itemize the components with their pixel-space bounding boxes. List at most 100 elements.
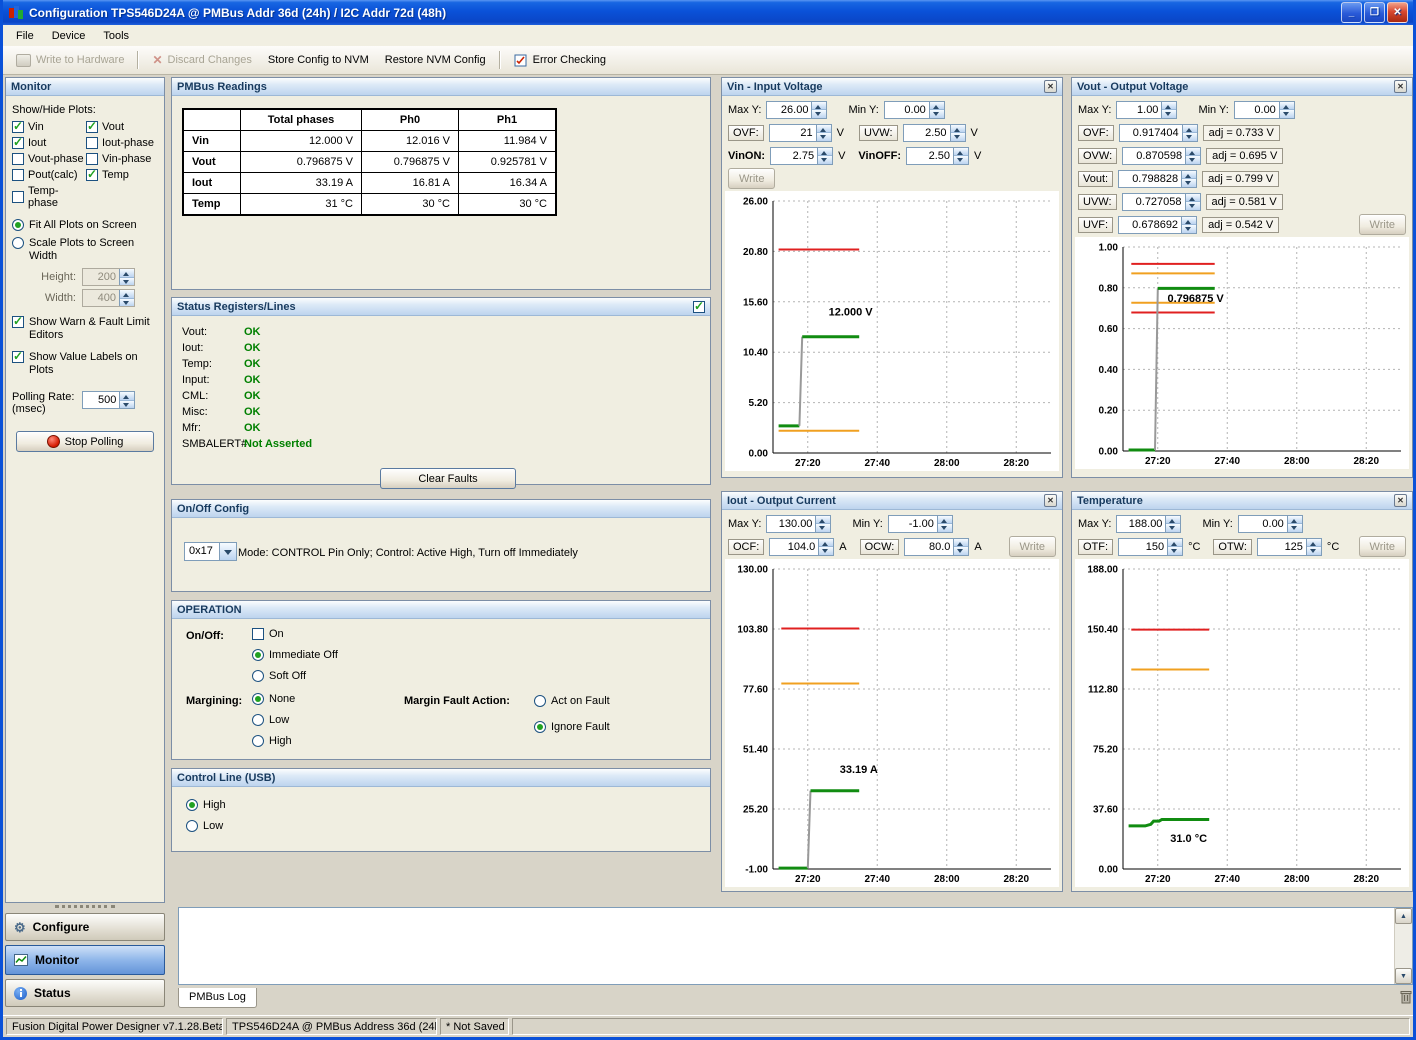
radio[interactable] — [186, 820, 198, 832]
sidebar-item-configure[interactable]: ⚙ Configure — [5, 913, 165, 941]
vin-min-y-input[interactable]: 0.00 — [884, 101, 945, 119]
ocf-input[interactable]: 104.0 — [769, 538, 834, 556]
spinner-buttons[interactable] — [119, 290, 134, 306]
discard-changes-button[interactable]: ✕ Discard Changes — [145, 51, 258, 69]
scroll-down-icon[interactable]: ▼ — [1395, 968, 1412, 984]
polling-rate-input[interactable]: 500 — [82, 391, 135, 409]
vout-ovw-input[interactable]: 0.870598 — [1122, 147, 1201, 165]
checkbox[interactable] — [12, 153, 24, 165]
plot-toggle-vout-phase[interactable]: Vout-phase — [12, 153, 84, 165]
temp-max-y-input[interactable]: 188.00 — [1116, 515, 1181, 533]
plot-toggle-temp-phase[interactable]: Temp-phase — [12, 185, 84, 209]
plot-toggle-iout-phase[interactable]: Iout-phase — [86, 137, 158, 149]
menu-tools[interactable]: Tools — [94, 28, 138, 44]
close-icon[interactable]: ✕ — [1394, 494, 1407, 507]
vout-uvw-label[interactable]: UVW: — [1078, 194, 1117, 210]
soft-off-radio[interactable]: Soft Off — [252, 670, 306, 682]
vin-uvw-input[interactable]: 2.50 — [903, 124, 966, 142]
spinner-buttons[interactable] — [1181, 171, 1196, 187]
tab-pmbus-log[interactable]: PMBus Log — [178, 988, 257, 1008]
radio[interactable] — [534, 695, 546, 707]
radio[interactable] — [252, 649, 264, 661]
error-checking-button[interactable]: Error Checking — [507, 51, 613, 70]
ocw-label[interactable]: OCW: — [860, 539, 900, 555]
spinner-buttons[interactable] — [815, 516, 830, 532]
margin-none-radio[interactable]: None — [252, 693, 295, 705]
radio[interactable] — [252, 735, 264, 747]
radio[interactable] — [252, 693, 264, 705]
uvw-label[interactable]: UVW: — [859, 125, 898, 141]
otw-input[interactable]: 125 — [1257, 538, 1322, 556]
control-low-radio[interactable]: Low — [186, 820, 223, 832]
spinner-buttons[interactable] — [1182, 125, 1197, 141]
vout-ovf-label[interactable]: OVF: — [1078, 125, 1114, 141]
clear-log-button[interactable] — [1399, 989, 1413, 1008]
checkbox[interactable] — [86, 121, 98, 133]
spinner-buttons[interactable] — [816, 125, 831, 141]
spinner-buttons[interactable] — [811, 102, 826, 118]
spinner-buttons[interactable] — [119, 392, 134, 408]
plot-height-input[interactable]: 200 — [82, 268, 135, 286]
radio[interactable] — [186, 799, 198, 811]
scale-plots-radio[interactable]: Scale Plots to Screen Width — [12, 237, 158, 263]
close-icon[interactable]: ✕ — [1044, 494, 1057, 507]
vout-uvw-input[interactable]: 0.727058 — [1122, 193, 1201, 211]
vout-max-y-input[interactable]: 1.00 — [1116, 101, 1177, 119]
vout-vout-input[interactable]: 0.798828 — [1118, 170, 1197, 188]
vin-max-y-input[interactable]: 26.00 — [766, 101, 827, 119]
vout-write-button[interactable]: Write — [1359, 214, 1406, 235]
checkbox[interactable] — [12, 121, 24, 133]
vout-uvf-label[interactable]: UVF: — [1078, 217, 1113, 233]
spinner-buttons[interactable] — [1306, 539, 1321, 555]
spinner-buttons[interactable] — [119, 269, 134, 285]
splitter-handle[interactable] — [55, 905, 115, 908]
spinner-buttons[interactable] — [937, 516, 952, 532]
checkbox[interactable] — [86, 137, 98, 149]
spinner-buttons[interactable] — [953, 539, 968, 555]
radio[interactable] — [12, 237, 24, 249]
scroll-up-icon[interactable]: ▲ — [1395, 908, 1412, 924]
otf-label[interactable]: OTF: — [1078, 539, 1113, 555]
ovf-label[interactable]: OVF: — [728, 125, 764, 141]
log-scrollbar[interactable]: ▲ ▼ — [1394, 908, 1412, 984]
sidebar-item-status[interactable]: Status — [5, 979, 165, 1007]
fit-all-plots-radio[interactable]: Fit All Plots on Screen — [12, 219, 158, 232]
scrollbar-track[interactable] — [1395, 924, 1412, 968]
plot-toggle-pout-calc[interactable]: Pout(calc) — [12, 169, 84, 181]
ocf-label[interactable]: OCF: — [728, 539, 764, 555]
checkbox[interactable] — [86, 169, 98, 181]
checkbox[interactable] — [12, 191, 24, 203]
ignore-fault-radio[interactable]: Ignore Fault — [534, 721, 610, 733]
on-checkbox[interactable]: On — [252, 628, 284, 640]
iout-min-y-input[interactable]: -1.00 — [888, 515, 953, 533]
spinner-buttons[interactable] — [818, 539, 833, 555]
plot-toggle-vin-phase[interactable]: Vin-phase — [86, 153, 158, 165]
immediate-off-radio[interactable]: Immediate Off — [252, 649, 338, 661]
ocw-input[interactable]: 80.0 — [904, 538, 969, 556]
status-panel-checkbox[interactable] — [693, 301, 705, 313]
plot-toggle-iout[interactable]: Iout — [12, 137, 84, 149]
plot-width-input[interactable]: 400 — [82, 289, 135, 307]
spinner-buttons[interactable] — [1165, 516, 1180, 532]
vout-min-y-input[interactable]: 0.00 — [1234, 101, 1295, 119]
checkbox[interactable] — [12, 137, 24, 149]
show-warn-fault-checkbox[interactable]: Show Warn & Fault Limit Editors — [12, 316, 158, 342]
checkbox[interactable] — [12, 316, 24, 328]
spinner-buttons[interactable] — [950, 125, 965, 141]
radio[interactable] — [252, 670, 264, 682]
clear-faults-button[interactable]: Clear Faults — [380, 468, 516, 489]
vinoff-input[interactable]: 2.50 — [906, 147, 969, 165]
radio[interactable] — [252, 714, 264, 726]
plot-toggle-vin[interactable]: Vin — [12, 121, 84, 133]
vout-uvf-input[interactable]: 0.678692 — [1118, 216, 1197, 234]
vout-ovf-input[interactable]: 0.917404 — [1119, 124, 1198, 142]
otw-label[interactable]: OTW: — [1213, 539, 1252, 555]
radio[interactable] — [534, 721, 546, 733]
temp-min-y-input[interactable]: 0.00 — [1238, 515, 1303, 533]
write-to-hardware-button[interactable]: Write to Hardware — [9, 51, 131, 70]
spinner-buttons[interactable] — [929, 102, 944, 118]
checkbox[interactable] — [86, 153, 98, 165]
margin-high-radio[interactable]: High — [252, 735, 292, 747]
radio[interactable] — [12, 219, 24, 231]
close-icon[interactable]: ✕ — [1044, 80, 1057, 93]
